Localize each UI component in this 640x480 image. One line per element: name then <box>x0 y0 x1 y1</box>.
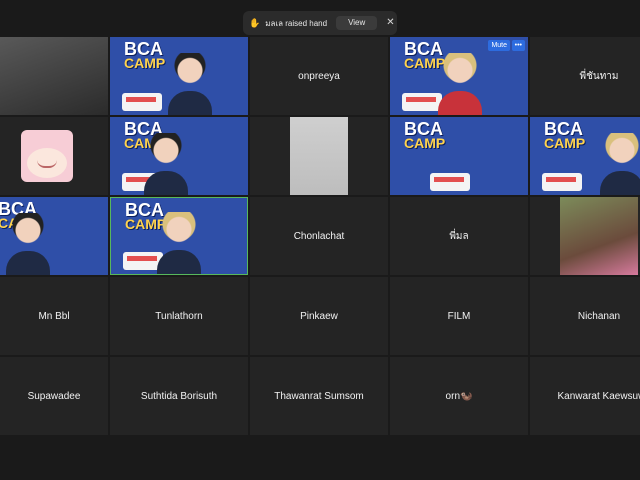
participant-name: Suthtida Borisuth <box>140 390 218 402</box>
participant-name: Thawanrat Sumsom <box>274 390 364 402</box>
participant-video <box>0 213 56 275</box>
participant-tile[interactable]: พี่ชันทาม <box>530 37 640 115</box>
participant-name: Pinkaew <box>300 310 338 322</box>
participant-name: Kanwarat Kaewsuwan <box>557 390 640 402</box>
participant-name: Mn Bbl <box>38 310 70 322</box>
video-tile[interactable]: BCACAMP <box>110 37 248 115</box>
avatar <box>21 130 73 182</box>
raised-hand-message: มลเล raised hand <box>265 18 328 28</box>
bus-icon <box>542 173 582 191</box>
camp-logo-line2: CAMP <box>124 55 166 72</box>
active-speaker-tile[interactable]: BCA CAMP <box>110 197 248 275</box>
participant-tile[interactable]: orn🦦 <box>390 357 528 435</box>
participant-video <box>432 53 488 115</box>
participant-tile[interactable]: onpreeya <box>250 37 388 115</box>
participant-name: FILM <box>447 310 471 322</box>
video-tile[interactable] <box>250 117 388 195</box>
participant-tile[interactable]: พี่มล <box>390 197 528 275</box>
participant-tile[interactable]: Suthtida Borisuth <box>110 357 248 435</box>
participant-tile[interactable]: Kanwarat Kaewsuwan <box>530 357 640 435</box>
avatar-tile[interactable] <box>0 117 108 195</box>
participant-video <box>162 53 218 115</box>
mute-button[interactable]: Mute <box>488 40 510 51</box>
camp-logo: BCACAMP <box>404 120 446 152</box>
participant-video <box>290 117 348 195</box>
participant-tile[interactable]: Tunlathorn <box>110 277 248 355</box>
video-tile[interactable]: BCACAMP <box>110 117 248 195</box>
participant-name: พี่ชันทาม <box>579 70 619 82</box>
camp-logo-line2: CAMP <box>404 135 446 152</box>
participant-name: Nichanan <box>577 310 621 322</box>
participant-name: พี่มล <box>449 230 469 242</box>
participant-video <box>594 133 640 195</box>
more-options-icon[interactable]: ••• <box>511 40 525 51</box>
camp-logo: BCACAMP <box>544 120 586 152</box>
participant-tile[interactable]: Thawanrat Sumsom <box>250 357 388 435</box>
camp-logo: BCACAMP <box>124 40 166 72</box>
camp-logo-line2: CAMP <box>544 135 586 152</box>
participant-tile[interactable]: Supawadee <box>0 357 108 435</box>
bus-icon <box>122 93 162 111</box>
video-tile[interactable]: BCA CAMP Mute ••• <box>390 37 528 115</box>
video-tile[interactable] <box>530 197 640 275</box>
participant-tile[interactable]: Pinkaew <box>250 277 388 355</box>
participant-name: onpreeya <box>298 70 340 82</box>
bus-icon <box>430 173 470 191</box>
close-icon[interactable]: ✕ <box>386 18 394 28</box>
raised-hand-icon: ✋ <box>249 17 261 28</box>
participant-tile[interactable]: Mn Bbl <box>0 277 108 355</box>
participant-name: orn🦦 <box>445 390 473 402</box>
participant-name: Supawadee <box>27 390 81 402</box>
participant-gallery: BCA CAMP onpreeya BCA CAMP Mute ••• พี่ชัน… <box>0 37 640 435</box>
participant-video <box>151 212 207 274</box>
participant-tile[interactable]: Chonlachat <box>250 197 388 275</box>
view-button[interactable]: View <box>336 16 378 30</box>
video-tile[interactable] <box>0 37 108 115</box>
participant-tile[interactable]: Nichanan <box>530 277 640 355</box>
participant-video <box>138 133 194 195</box>
participant-name: Tunlathorn <box>155 310 203 322</box>
participant-video <box>560 197 638 275</box>
video-tile[interactable]: BCACAMP <box>390 117 528 195</box>
video-tile[interactable]: BCACAMP <box>530 117 640 195</box>
participant-name: Chonlachat <box>293 230 345 242</box>
raised-hand-notification: ✋ มลเล raised hand View ✕ <box>243 11 397 35</box>
participant-tile[interactable]: FILM <box>390 277 528 355</box>
video-tile[interactable]: BCACAMP <box>0 197 108 275</box>
